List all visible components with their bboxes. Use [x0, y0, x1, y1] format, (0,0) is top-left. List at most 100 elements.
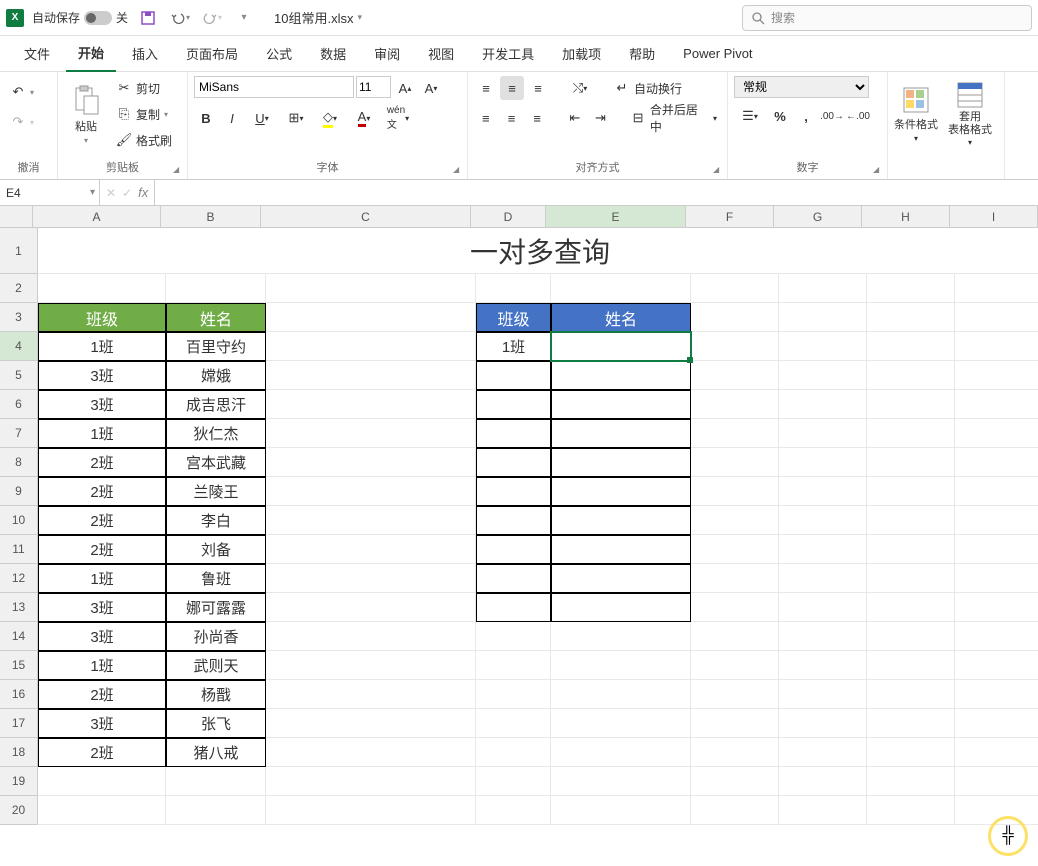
cell-A18[interactable]: 2班 [38, 738, 166, 767]
row-header-10[interactable]: 10 [0, 506, 38, 535]
tab-addins[interactable]: 加载项 [550, 36, 613, 71]
row-header-2[interactable]: 2 [0, 274, 38, 303]
cell-A10[interactable]: 2班 [38, 506, 166, 535]
undo-button[interactable]: ▾ [168, 6, 192, 30]
cell-B12[interactable]: 鲁班 [166, 564, 266, 593]
align-right-button[interactable]: ≡ [525, 106, 549, 130]
cell-D3[interactable]: 班级 [476, 303, 551, 332]
cell-D8[interactable] [476, 448, 551, 477]
cell-B14[interactable]: 孙尚香 [166, 622, 266, 651]
tab-help[interactable]: 帮助 [617, 36, 667, 71]
wrap-text-button[interactable]: ↵自动换行 [610, 76, 686, 100]
cell-D5[interactable] [476, 361, 551, 390]
col-header-F[interactable]: F [686, 206, 774, 227]
phonetic-button[interactable]: wén文▾ [382, 106, 414, 130]
increase-indent-button[interactable]: ⇥ [589, 106, 613, 130]
row-header-7[interactable]: 7 [0, 419, 38, 448]
number-launcher[interactable]: ◢ [873, 165, 885, 177]
col-header-G[interactable]: G [774, 206, 862, 227]
col-header-E[interactable]: E [546, 206, 686, 227]
align-top-button[interactable]: ≡ [474, 76, 498, 100]
cell-B3[interactable]: 姓名 [166, 303, 266, 332]
cell-B15[interactable]: 武则天 [166, 651, 266, 680]
row-header-16[interactable]: 16 [0, 680, 38, 709]
cell-E13[interactable] [551, 593, 691, 622]
cell-E9[interactable] [551, 477, 691, 506]
cell-B13[interactable]: 娜可露露 [166, 593, 266, 622]
cell-E8[interactable] [551, 448, 691, 477]
cancel-icon[interactable]: ✕ [106, 186, 116, 200]
merge-center-button[interactable]: ⊟合并后居中▾ [626, 106, 721, 130]
col-header-H[interactable]: H [862, 206, 950, 227]
font-launcher[interactable]: ◢ [453, 165, 465, 177]
font-color-button[interactable]: A▾ [348, 106, 380, 130]
enter-icon[interactable]: ✓ [122, 186, 132, 200]
cell-B7[interactable]: 狄仁杰 [166, 419, 266, 448]
cell-E7[interactable] [551, 419, 691, 448]
fill-handle[interactable] [687, 357, 693, 363]
underline-button[interactable]: U ▾ [246, 106, 278, 130]
comma-button[interactable]: , [794, 104, 818, 128]
cell-A8[interactable]: 2班 [38, 448, 166, 477]
redo-button[interactable]: ▾ [200, 6, 224, 30]
cell-D13[interactable] [476, 593, 551, 622]
cell-A16[interactable]: 2班 [38, 680, 166, 709]
cell-E10[interactable] [551, 506, 691, 535]
cell-A5[interactable]: 3班 [38, 361, 166, 390]
conditional-format-button[interactable]: 条件格式▾ [894, 76, 938, 152]
cell-B5[interactable]: 嫦娥 [166, 361, 266, 390]
border-button[interactable]: ⊞▾ [280, 106, 312, 130]
tab-file[interactable]: 文件 [12, 36, 62, 71]
decrease-decimal-button[interactable]: ←.00 [846, 104, 870, 128]
cell-E11[interactable] [551, 535, 691, 564]
row-header-1[interactable]: 1 [0, 228, 38, 274]
cell-A7[interactable]: 1班 [38, 419, 166, 448]
name-box[interactable]: E4 [0, 180, 100, 205]
align-bottom-button[interactable]: ≡ [526, 76, 550, 100]
formula-input[interactable] [155, 180, 1038, 205]
row-header-12[interactable]: 12 [0, 564, 38, 593]
increase-decimal-button[interactable]: .00→ [820, 104, 844, 128]
row-header-18[interactable]: 18 [0, 738, 38, 767]
cell-D7[interactable] [476, 419, 551, 448]
cell-E4[interactable] [551, 332, 691, 361]
cell-B8[interactable]: 宫本武藏 [166, 448, 266, 477]
cell-E3[interactable]: 姓名 [551, 303, 691, 332]
row-header-19[interactable]: 19 [0, 767, 38, 796]
clipboard-launcher[interactable]: ◢ [173, 165, 185, 177]
autosave-toggle[interactable]: 自动保存 关 [32, 9, 128, 26]
tab-page-layout[interactable]: 页面布局 [174, 36, 250, 71]
tab-developer[interactable]: 开发工具 [470, 36, 546, 71]
cell-B16[interactable]: 杨戬 [166, 680, 266, 709]
row-header-17[interactable]: 17 [0, 709, 38, 738]
align-middle-button[interactable]: ≡ [500, 76, 524, 100]
cell-B11[interactable]: 刘备 [166, 535, 266, 564]
col-header-D[interactable]: D [471, 206, 546, 227]
cell-D4[interactable]: 1班 [476, 332, 551, 361]
align-center-button[interactable]: ≡ [500, 106, 524, 130]
font-size-select[interactable] [356, 76, 391, 98]
row-header-6[interactable]: 6 [0, 390, 38, 419]
cell-D12[interactable] [476, 564, 551, 593]
decrease-indent-button[interactable]: ⇤ [563, 106, 587, 130]
accounting-format-button[interactable]: ☰▾ [734, 104, 766, 128]
bold-button[interactable]: B [194, 106, 218, 130]
align-launcher[interactable]: ◢ [713, 165, 725, 177]
row-header-8[interactable]: 8 [0, 448, 38, 477]
tab-review[interactable]: 审阅 [362, 36, 412, 71]
cell-B4[interactable]: 百里守约 [166, 332, 266, 361]
format-painter-button[interactable]: 🖌格式刷 [112, 128, 176, 152]
cell-A11[interactable]: 2班 [38, 535, 166, 564]
select-all-corner[interactable] [0, 206, 33, 227]
search-input[interactable]: 搜索 [742, 5, 1032, 31]
toggle-switch-icon[interactable] [84, 11, 112, 25]
cell-D10[interactable] [476, 506, 551, 535]
cells-area[interactable]: 一对多查询班级姓名1班百里守约3班嫦娥3班成吉思汗1班狄仁杰2班宫本武藏2班兰陵… [38, 228, 1038, 825]
col-header-A[interactable]: A [33, 206, 161, 227]
row-header-15[interactable]: 15 [0, 651, 38, 680]
row-header-11[interactable]: 11 [0, 535, 38, 564]
tab-insert[interactable]: 插入 [120, 36, 170, 71]
undo-split-button[interactable]: ↶▾ [6, 80, 38, 104]
row-header-3[interactable]: 3 [0, 303, 38, 332]
increase-font-button[interactable]: A▴ [393, 76, 417, 100]
